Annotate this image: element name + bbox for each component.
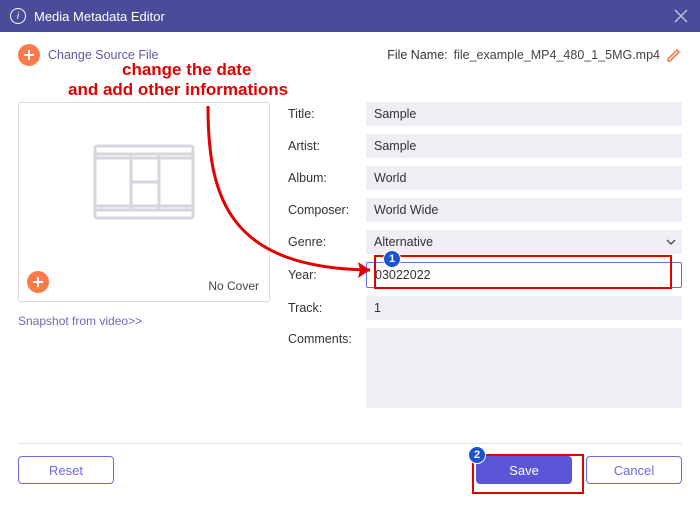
title-input[interactable] (366, 102, 682, 126)
chevron-down-icon (666, 237, 676, 247)
artist-input[interactable] (366, 134, 682, 158)
cover-placeholder-icon (89, 142, 199, 222)
composer-input[interactable] (366, 198, 682, 222)
main-area: No Cover Snapshot from video>> Title: Ar… (18, 102, 682, 416)
topbar: Change Source File File Name: file_examp… (18, 44, 682, 66)
field-genre: Genre: Alternative (288, 230, 682, 254)
composer-label: Composer: (288, 203, 366, 217)
add-cover-plus-icon[interactable] (27, 271, 49, 293)
info-icon: i (10, 8, 26, 24)
fields-column: Title: Artist: Album: Composer: Genre: A… (288, 102, 682, 416)
footer: Reset Save Cancel (18, 443, 682, 493)
file-name-value: file_example_MP4_480_1_5MG.mp4 (454, 48, 660, 62)
change-source-link[interactable]: Change Source File (48, 48, 158, 62)
genre-label: Genre: (288, 235, 366, 249)
artist-label: Artist: (288, 139, 366, 153)
topbar-right: File Name: file_example_MP4_480_1_5MG.mp… (387, 47, 682, 63)
track-input[interactable] (366, 296, 682, 320)
album-label: Album: (288, 171, 366, 185)
cancel-button[interactable]: Cancel (586, 456, 682, 484)
change-source-plus-icon[interactable] (18, 44, 40, 66)
field-year: Year: (288, 262, 682, 288)
footer-separator (18, 443, 682, 444)
genre-value: Alternative (374, 235, 433, 249)
comments-label: Comments: (288, 328, 366, 346)
editor-body: Change Source File File Name: file_examp… (0, 32, 700, 507)
field-track: Track: (288, 296, 682, 320)
field-artist: Artist: (288, 134, 682, 158)
save-button[interactable]: Save (476, 456, 572, 484)
album-input[interactable] (366, 166, 682, 190)
field-comments: Comments: (288, 328, 682, 408)
field-composer: Composer: (288, 198, 682, 222)
window-title: Media Metadata Editor (34, 9, 165, 24)
track-label: Track: (288, 301, 366, 315)
cover-column: No Cover Snapshot from video>> (18, 102, 270, 416)
close-icon[interactable] (674, 9, 688, 23)
comments-input[interactable] (366, 328, 682, 408)
year-input[interactable] (366, 262, 682, 288)
field-title: Title: (288, 102, 682, 126)
title-label: Title: (288, 107, 366, 121)
titlebar: i Media Metadata Editor (0, 0, 700, 32)
snapshot-from-video-link[interactable]: Snapshot from video>> (18, 314, 270, 328)
file-name-label: File Name: (387, 48, 447, 62)
no-cover-label: No Cover (208, 279, 259, 293)
pencil-icon[interactable] (666, 47, 682, 63)
genre-select[interactable]: Alternative (366, 230, 682, 254)
topbar-left: Change Source File (18, 44, 158, 66)
year-label: Year: (288, 268, 366, 282)
cover-box: No Cover (18, 102, 270, 302)
reset-button[interactable]: Reset (18, 456, 114, 484)
field-album: Album: (288, 166, 682, 190)
